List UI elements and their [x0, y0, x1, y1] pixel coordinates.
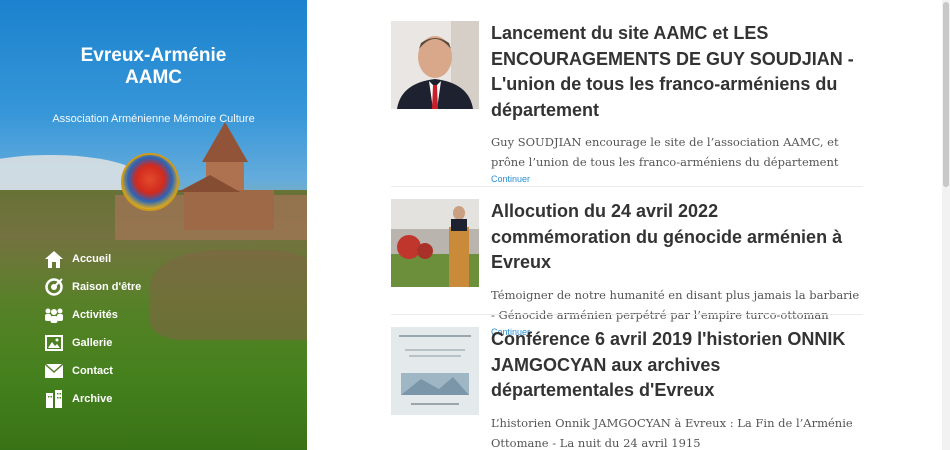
scrollbar-thumb[interactable]: [943, 2, 949, 187]
sidebar: Evreux-Arménie AAMC Association Arménien…: [0, 0, 307, 450]
nav-label: Gallerie: [72, 337, 113, 349]
nav-label: Contact: [72, 365, 113, 377]
divider: [391, 186, 863, 187]
post-thumbnail[interactable]: [391, 199, 479, 287]
envelope-icon: [44, 361, 64, 381]
nav-item-activites[interactable]: Activités: [44, 301, 141, 329]
post-excerpt: Guy SOUDJIAN encourage le site de l’asso…: [491, 135, 839, 169]
main-nav: Accueil Raison d'être Activités Gallerie…: [44, 245, 141, 413]
nav-item-gallerie[interactable]: Gallerie: [44, 329, 141, 357]
people-icon: [44, 305, 64, 325]
nav-item-raison[interactable]: Raison d'être: [44, 273, 141, 301]
site-title[interactable]: Evreux-Arménie AAMC: [79, 45, 229, 89]
nav-item-contact[interactable]: Contact: [44, 357, 141, 385]
nav-item-accueil[interactable]: Accueil: [44, 245, 141, 273]
site-tagline: Association Arménienne Mémoire Culture: [52, 113, 255, 125]
scrollbar-track[interactable]: [942, 0, 950, 450]
post-title[interactable]: Conférence 6 avril 2019 l'historien ONNI…: [491, 327, 863, 404]
post-excerpt: L’historien Onnik JAMGOCYAN à Evreux : L…: [491, 415, 853, 450]
post-thumbnail[interactable]: [391, 21, 479, 109]
post-title[interactable]: Lancement du site AAMC et LES ENCOURAGEM…: [491, 21, 863, 123]
divider: [391, 314, 863, 315]
armenian-coat-of-arms-logo: [121, 153, 179, 211]
nav-label: Accueil: [72, 253, 112, 265]
nav-label: Archive: [72, 393, 113, 405]
home-icon: [44, 249, 64, 269]
post-thumbnail[interactable]: [391, 327, 479, 415]
post-title[interactable]: Allocution du 24 avril 2022 commémoratio…: [491, 199, 863, 276]
building-icon: [44, 389, 64, 409]
post-list: Lancement du site AAMC et LES ENCOURAGEM…: [307, 0, 950, 450]
nav-label: Activités: [72, 309, 118, 321]
site-brand: Evreux-Arménie AAMC Association Arménien…: [0, 45, 307, 125]
nav-item-archive[interactable]: Archive: [44, 385, 141, 413]
post-excerpt: Témoigner de notre humanité en disant pl…: [491, 287, 860, 322]
target-icon: [44, 277, 64, 297]
nav-label: Raison d'être: [72, 281, 142, 293]
image-icon: [44, 333, 64, 353]
continue-link[interactable]: Continuer: [491, 174, 863, 184]
